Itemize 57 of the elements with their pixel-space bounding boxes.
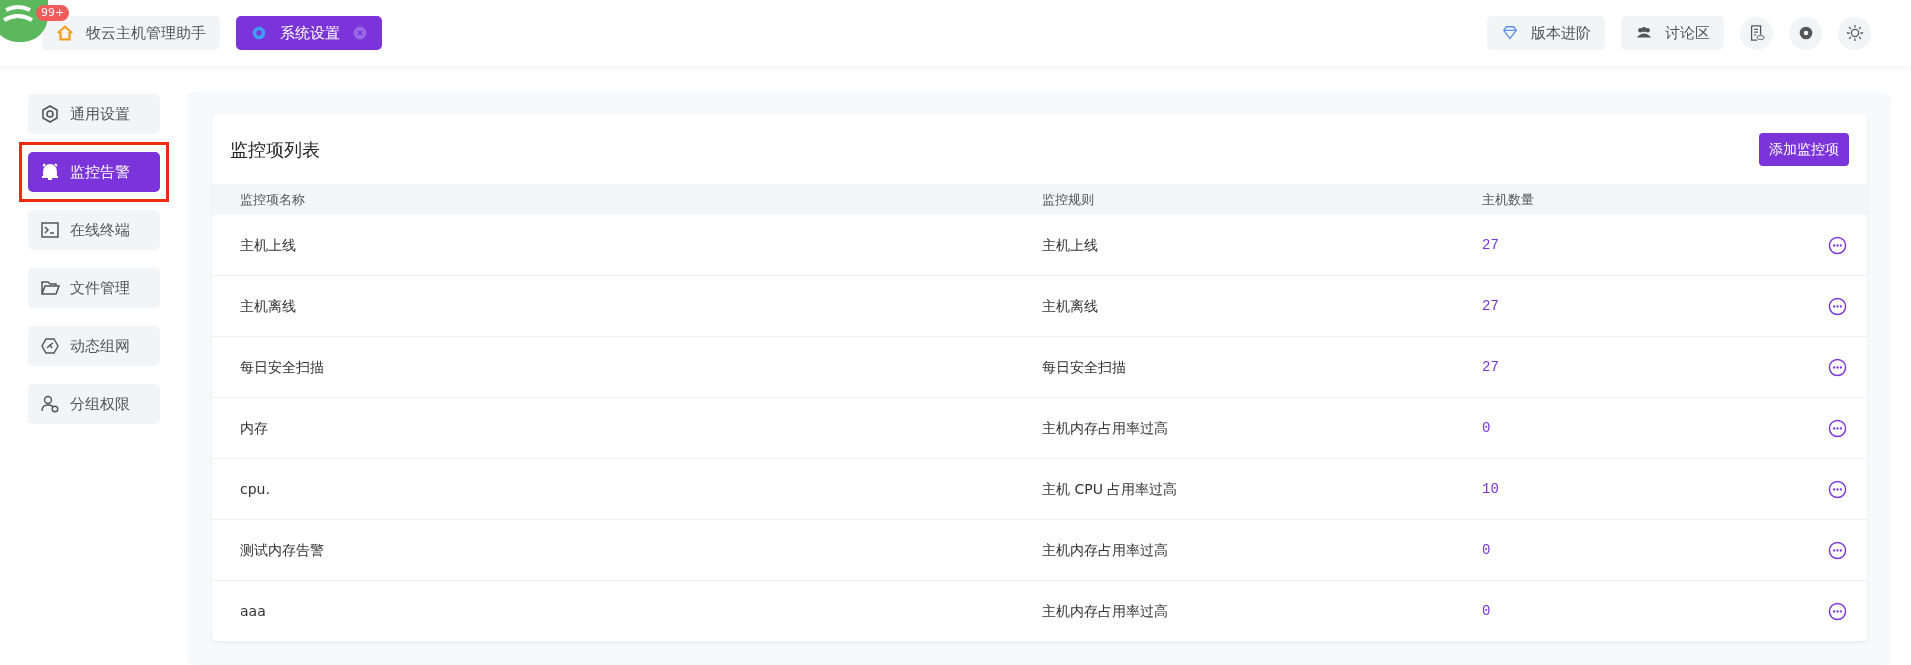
table-cell: 主机内存占用率过高 bbox=[1042, 541, 1168, 558]
network-icon bbox=[40, 336, 60, 356]
sidebar-item[interactable]: 动态组网 bbox=[28, 326, 160, 366]
theme-button[interactable] bbox=[1838, 16, 1871, 50]
table-cell: cpu. bbox=[240, 480, 270, 497]
table-cell: 主机离线 bbox=[240, 297, 296, 314]
host-count: 27 bbox=[1482, 298, 1499, 314]
host-count: 0 bbox=[1482, 542, 1491, 558]
add-monitor-button[interactable]: 添加监控项 bbox=[1759, 132, 1849, 166]
host-count: 27 bbox=[1482, 237, 1499, 253]
table-cell: aaa bbox=[240, 602, 266, 619]
bell-icon bbox=[40, 162, 60, 182]
table-cell: 测试内存告警 bbox=[240, 541, 324, 558]
terminal-icon bbox=[40, 220, 60, 240]
more-button[interactable] bbox=[1828, 601, 1847, 621]
table-cell: 主机 CPU 占用率过高 bbox=[1042, 480, 1178, 497]
diamond-icon bbox=[1501, 24, 1519, 42]
panel-title: 监控项列表 bbox=[230, 137, 320, 162]
host-count: 27 bbox=[1482, 359, 1499, 375]
folder-icon bbox=[40, 278, 60, 298]
sun-icon bbox=[1845, 24, 1864, 42]
forum-button[interactable]: 讨论区 bbox=[1621, 16, 1724, 50]
more-button[interactable] bbox=[1828, 357, 1847, 377]
more-button[interactable] bbox=[1828, 235, 1847, 255]
sidebar-item[interactable]: 文件管理 bbox=[28, 268, 160, 308]
sidebar-item[interactable]: 分组权限 bbox=[28, 384, 160, 424]
sidebar-item[interactable]: 通用设置 bbox=[28, 94, 160, 134]
more-button[interactable] bbox=[1828, 540, 1847, 560]
tab[interactable]: 牧云主机管理助手 bbox=[42, 16, 220, 50]
table-cell: 每日安全扫描 bbox=[240, 358, 324, 375]
notification-count: 99+ bbox=[36, 5, 70, 21]
hexagon-icon bbox=[40, 104, 60, 124]
host-count: 0 bbox=[1482, 420, 1491, 436]
table-cell: 主机内存占用率过高 bbox=[1042, 602, 1168, 619]
table-cell: 主机上线 bbox=[1042, 236, 1098, 253]
table-cell: 内存 bbox=[240, 419, 268, 436]
more-button[interactable] bbox=[1828, 479, 1847, 499]
table-cell: 主机上线 bbox=[240, 236, 296, 253]
more-button[interactable] bbox=[1828, 418, 1847, 438]
host-count: 10 bbox=[1482, 481, 1499, 497]
home-icon bbox=[56, 24, 74, 42]
more-button[interactable] bbox=[1828, 296, 1847, 316]
gear-icon bbox=[250, 24, 268, 42]
settings-button[interactable] bbox=[1789, 16, 1822, 50]
upgrade-button[interactable]: 版本进阶 bbox=[1487, 16, 1605, 50]
sidebar-item[interactable]: 监控告警 bbox=[28, 152, 160, 192]
table-cell: 主机内存占用率过高 bbox=[1042, 419, 1168, 436]
column-header: 监控规则 bbox=[1042, 191, 1094, 207]
sidebar-item[interactable]: 在线终端 bbox=[28, 210, 160, 250]
column-header: 主机数量 bbox=[1482, 191, 1534, 207]
table-cell: 每日安全扫描 bbox=[1042, 358, 1126, 375]
log-button[interactable] bbox=[1740, 16, 1773, 50]
table-cell: 主机离线 bbox=[1042, 297, 1098, 314]
column-header: 监控项名称 bbox=[240, 191, 305, 207]
tab[interactable]: 系统设置 bbox=[236, 16, 382, 50]
host-count: 0 bbox=[1482, 603, 1491, 619]
users-icon bbox=[40, 394, 60, 414]
